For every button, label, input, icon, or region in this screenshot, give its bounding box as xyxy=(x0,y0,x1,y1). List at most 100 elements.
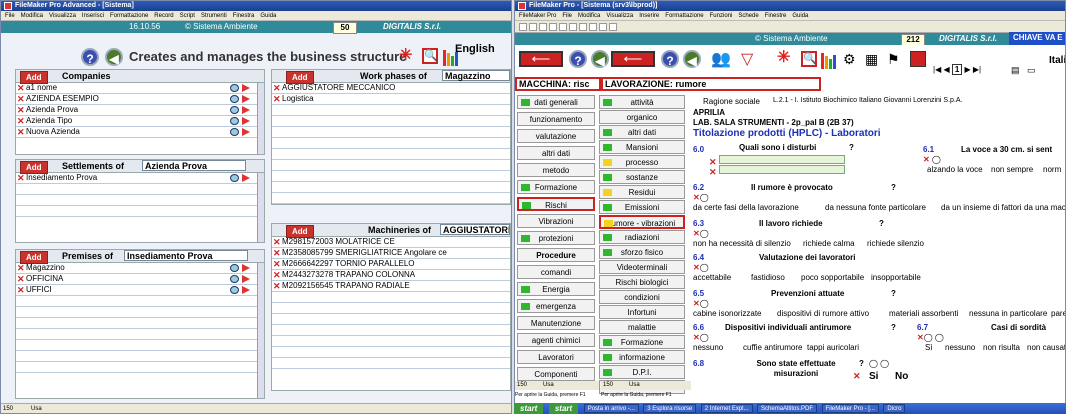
new-star-icon[interactable]: ✳ xyxy=(777,47,790,67)
q62-opt-4[interactable]: da una macch xyxy=(1024,203,1065,212)
cut-icon[interactable] xyxy=(559,22,567,31)
machinery-row[interactable]: ✕ M2981572003 MOLATRICE CE xyxy=(272,237,510,248)
delete-icon[interactable]: ✕ xyxy=(273,248,281,258)
go-arrow-icon[interactable] xyxy=(242,84,250,92)
go-arrow-icon[interactable] xyxy=(242,128,250,136)
nav-machine-funzionamento[interactable]: funzionamento xyxy=(517,112,595,126)
q63-radio-row[interactable]: ✕◯ xyxy=(693,229,709,238)
print-icon[interactable] xyxy=(549,22,557,31)
nav-work-emissioni[interactable]: Emissioni xyxy=(599,200,685,214)
nav-machine-procedure[interactable]: Procedure xyxy=(517,248,595,262)
delete-icon[interactable]: ✕ xyxy=(273,94,281,104)
zoom-level-2[interactable]: 150 xyxy=(603,381,613,390)
q65-opt-4[interactable]: nessuna in particolare xyxy=(969,309,1047,318)
nav-work-informazione[interactable]: informazione xyxy=(599,350,685,364)
q63-opt-1[interactable]: non ha necessità di silenzio xyxy=(693,239,791,248)
premises-parent-field[interactable]: Insediamento Prova xyxy=(124,250,248,261)
q60-help[interactable]: ? xyxy=(849,143,854,152)
q63-clear-icon[interactable]: ✕ xyxy=(693,229,700,238)
zoom-icon[interactable] xyxy=(230,128,239,136)
menu-record[interactable]: Record xyxy=(154,13,173,19)
nav-work-condizioni[interactable]: condizioni xyxy=(599,290,685,304)
delete-icon[interactable]: ✕ xyxy=(273,270,281,280)
taskbar-item[interactable]: SchemaAltitos.PDF xyxy=(757,404,818,413)
nav-machine-agenti-chimici[interactable]: agenti chimici xyxy=(517,333,595,347)
start-button-2[interactable]: start xyxy=(548,403,579,414)
q61-opt-1[interactable]: alzando la voce xyxy=(927,165,983,174)
nav-work-videoterminali[interactable]: Videoterminali xyxy=(599,260,685,274)
nav-machine-manutenzione[interactable]: Manutenzione xyxy=(517,316,595,330)
menu-inserisci[interactable]: Inserisci xyxy=(82,13,104,19)
q64-opt-2[interactable]: fastidioso xyxy=(751,273,785,282)
delete-icon[interactable]: ✕ xyxy=(17,94,25,104)
machineries-parent-field[interactable]: AGGIUSTATORE M xyxy=(440,224,510,235)
work-phases-parent-field[interactable]: Magazzino xyxy=(442,70,510,81)
zoom-level[interactable]: 150 xyxy=(517,381,527,390)
company-row[interactable]: ✕ Nuova Azienda xyxy=(16,127,264,138)
q65-opt-5[interactable]: pare xyxy=(1051,309,1065,318)
premise-row[interactable]: ✕ UFFICI xyxy=(16,285,264,296)
menu-visualizza[interactable]: Visualizza xyxy=(606,13,633,19)
new-star-icon[interactable]: ✳ xyxy=(399,45,412,65)
back-icon[interactable]: ◀ xyxy=(105,48,123,66)
print-preview-icon[interactable]: ▭ xyxy=(1027,65,1036,76)
back-arrow-button[interactable]: ⟵ xyxy=(519,51,563,67)
menu-guida[interactable]: Guida xyxy=(792,13,808,19)
q64-opt-4[interactable]: insopportabile xyxy=(871,273,921,282)
q67-radio-row[interactable]: ✕◯ ◯ xyxy=(917,333,944,342)
nav-machine-rischi[interactable]: Rischi xyxy=(517,197,595,211)
menu-funzioni[interactable]: Funzioni xyxy=(710,13,733,19)
machinery-row[interactable]: ✕ M2092156545 TRAPANO RADIALE xyxy=(272,281,510,292)
company-row[interactable]: ✕ Azienda Prova xyxy=(16,105,264,116)
list-icon[interactable]: ▤ xyxy=(1011,65,1020,76)
q68-help[interactable]: ? xyxy=(859,359,864,368)
exit-icon[interactable] xyxy=(910,51,926,67)
menu-formattazione[interactable]: Formattazione xyxy=(110,13,148,19)
q63-help[interactable]: ? xyxy=(879,219,884,228)
q67-opt-3[interactable]: non risulta xyxy=(983,343,1020,352)
search-icon[interactable]: 🔍 xyxy=(422,48,438,64)
q61-clear-icon[interactable]: ✕ xyxy=(923,155,930,164)
menu-filemaker[interactable]: FileMaker Pro xyxy=(519,13,556,19)
go-arrow-icon[interactable] xyxy=(242,264,250,272)
nav-machine-energia[interactable]: Energia xyxy=(517,282,595,296)
q65-opt-2[interactable]: dispositivi di rumore attivo xyxy=(777,309,869,318)
q65-clear-icon[interactable]: ✕ xyxy=(693,299,700,308)
menu-visualizza[interactable]: Visualizza xyxy=(49,13,76,19)
company-row[interactable]: ✕ a1 nome xyxy=(16,83,264,94)
q60-answer-field-1[interactable] xyxy=(719,155,845,164)
menu-modifica[interactable]: Modifica xyxy=(21,13,43,19)
people-group-icon[interactable]: ⚑ xyxy=(887,51,900,68)
taskbar-item[interactable]: Posta in arrivo -... xyxy=(583,404,639,413)
q61-opt-2[interactable]: non sempre xyxy=(991,165,1033,174)
nav-machine-dati-generali[interactable]: dati generali xyxy=(517,95,595,109)
start-button[interactable]: start xyxy=(514,403,544,414)
zoom-level[interactable]: 150 xyxy=(3,404,13,413)
taskbar-item[interactable]: FileMaker Pro - [... xyxy=(821,404,879,413)
delete-icon[interactable]: ✕ xyxy=(273,237,281,247)
nav-machine-altri-dati[interactable]: altri dati xyxy=(517,146,595,160)
q66-clear-icon[interactable]: ✕ xyxy=(693,333,700,342)
q68-no[interactable]: No xyxy=(895,371,908,382)
zoom-icon[interactable] xyxy=(230,264,239,272)
q65-help[interactable]: ? xyxy=(891,289,896,298)
paste-icon[interactable] xyxy=(579,22,587,31)
back-arrow-button-2[interactable]: ⟵ xyxy=(611,51,655,67)
mode-selector[interactable]: Usa xyxy=(31,404,42,413)
taskbar-item[interactable]: 3 Esplora risorse xyxy=(643,404,697,413)
q64-opt-3[interactable]: poco sopportabile xyxy=(801,273,864,282)
company-row[interactable]: ✕ AZIENDA ESEMPIO xyxy=(16,94,264,105)
menu-guida[interactable]: Guida xyxy=(260,13,276,19)
grid-icon[interactable]: ▦ xyxy=(865,51,878,68)
go-arrow-icon[interactable] xyxy=(242,286,250,294)
q62-opt-3[interactable]: da un insieme di fattori xyxy=(941,203,1022,212)
menu-file[interactable]: File xyxy=(5,13,15,19)
menu-finestra[interactable]: Finestra xyxy=(233,13,255,19)
delete-icon[interactable]: ✕ xyxy=(17,116,25,126)
zoom-icon[interactable] xyxy=(230,174,239,182)
q66-radio-row[interactable]: ✕◯ xyxy=(693,333,709,342)
taskbar-item[interactable]: Dicro xyxy=(883,404,906,413)
nav-work-rumore-vibrazioni[interactable]: rumore - vibrazioni xyxy=(599,215,685,229)
mode-selector-2[interactable]: Usa xyxy=(629,381,640,390)
q64-clear-icon[interactable]: ✕ xyxy=(693,263,700,272)
